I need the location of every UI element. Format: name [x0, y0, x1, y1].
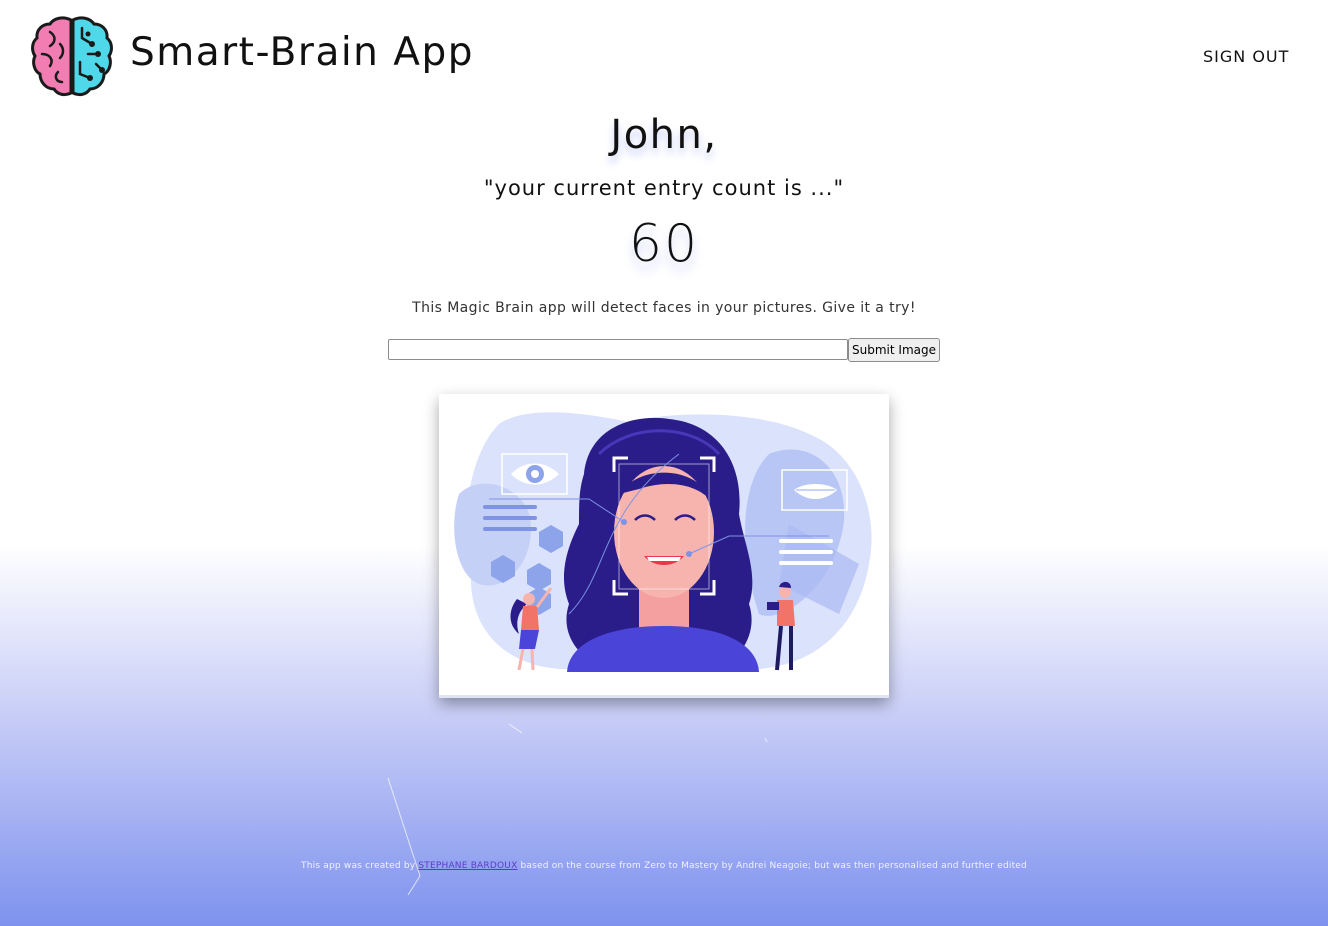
face-recognition-illustration — [454, 412, 872, 672]
footer-credits: This app was created by STEPHANE BARDOUX… — [0, 861, 1328, 871]
user-greeting: John, — [610, 112, 718, 158]
brain-icon — [31, 16, 113, 97]
app-title: Smart-Brain App — [130, 30, 474, 75]
footer-text-after: based on the course from Zero to Mastery… — [517, 861, 1027, 871]
footer-text-before: This app was created by — [301, 861, 419, 871]
sign-out-link[interactable]: SIGN OUT — [1203, 47, 1289, 66]
image-preview-card — [439, 394, 889, 698]
author-link[interactable]: STEPHANE BARDOUX — [418, 861, 517, 871]
app-description: This Magic Brain app will detect faces i… — [412, 300, 916, 316]
navigation-bar: Smart-Brain App SIGN OUT — [0, 0, 1328, 112]
entry-count-text: "your current entry count is ..." — [483, 176, 845, 200]
image-url-input[interactable] — [388, 339, 848, 360]
entry-count-value: 60 — [628, 214, 700, 274]
submit-image-button[interactable]: Submit Image — [848, 338, 940, 362]
